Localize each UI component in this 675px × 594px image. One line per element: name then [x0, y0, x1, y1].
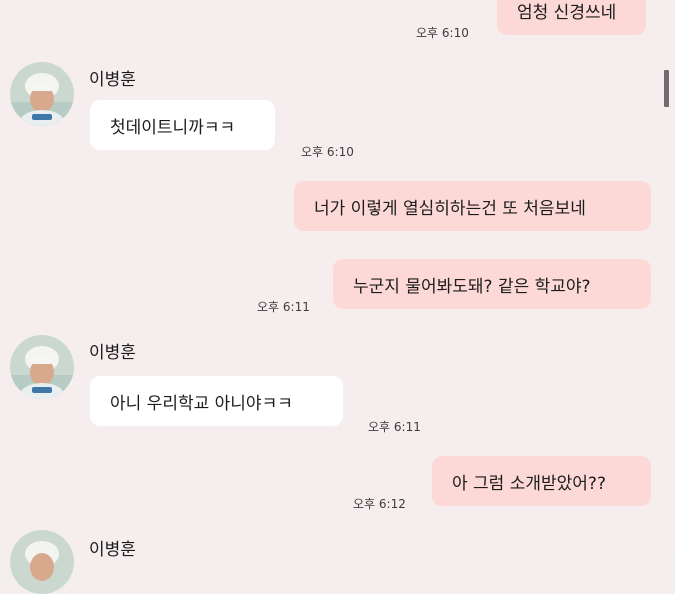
message-time: 오후 6:11: [368, 420, 421, 434]
profile-photo-icon: [10, 62, 74, 126]
message-time: 오후 6:10: [416, 26, 469, 40]
their-message-bubble[interactable]: 첫데이트니까ㅋㅋ: [90, 100, 275, 150]
message-time: 오후 6:12: [353, 497, 406, 511]
message-time: 오후 6:10: [301, 145, 354, 159]
scrollbar-thumb[interactable]: [664, 70, 669, 107]
sender-name: 이병훈: [89, 540, 136, 560]
avatar[interactable]: [10, 335, 74, 399]
message-text: 엄청 신경쓰네: [517, 2, 617, 23]
chat-window[interactable]: 엄청 신경쓰네 오후 6:10 이병훈 첫데이트니까ㅋㅋ 오후 6:10 너가 …: [0, 0, 675, 594]
their-message-bubble[interactable]: 아니 우리학교 아니야ㅋㅋ: [90, 376, 343, 426]
message-text: 아 그럼 소개받았어??: [452, 473, 606, 494]
sender-name: 이병훈: [89, 70, 136, 90]
my-message-bubble[interactable]: 엄청 신경쓰네: [497, 0, 646, 35]
message-text: 첫데이트니까ㅋㅋ: [110, 117, 236, 138]
message-text: 아니 우리학교 아니야ㅋㅋ: [110, 393, 293, 414]
my-message-bubble[interactable]: 아 그럼 소개받았어??: [432, 456, 651, 506]
my-message-bubble[interactable]: 누군지 물어봐도돼? 같은 학교야?: [333, 259, 651, 309]
sender-name: 이병훈: [89, 343, 136, 363]
profile-photo-icon: [10, 530, 74, 594]
avatar[interactable]: [10, 62, 74, 126]
my-message-bubble[interactable]: 너가 이렇게 열심히하는건 또 처음보네: [294, 181, 651, 231]
message-time: 오후 6:11: [257, 300, 310, 314]
avatar[interactable]: [10, 530, 74, 594]
profile-photo-icon: [10, 335, 74, 399]
message-text: 너가 이렇게 열심히하는건 또 처음보네: [314, 198, 586, 219]
message-text: 누군지 물어봐도돼? 같은 학교야?: [353, 276, 591, 297]
